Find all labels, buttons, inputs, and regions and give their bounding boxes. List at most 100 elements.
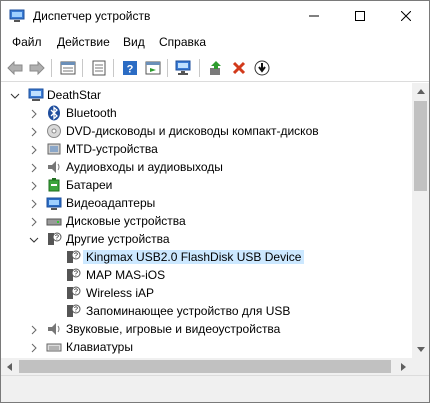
audio-icon bbox=[46, 159, 62, 175]
horizontal-scrollbar[interactable] bbox=[1, 358, 412, 375]
mtd-device-icon bbox=[46, 141, 62, 157]
menu-file[interactable]: Файл bbox=[12, 35, 42, 49]
scroll-up-icon[interactable] bbox=[412, 83, 429, 100]
tree-item-label: Bluetooth bbox=[66, 106, 117, 120]
device-tree: DeathStar Bluetooth DVD-дисководы и диск… bbox=[1, 83, 412, 357]
sound-icon bbox=[46, 321, 62, 337]
chevron-right-icon[interactable] bbox=[29, 144, 39, 155]
device-manager-window: Диспетчер устройств Файл Действие Вид Сп… bbox=[0, 0, 430, 403]
svg-text:?: ? bbox=[74, 289, 78, 296]
tree-root-label: DeathStar bbox=[47, 88, 102, 102]
scroll-left-icon[interactable] bbox=[1, 358, 18, 375]
toolbar-separator bbox=[113, 59, 114, 77]
window-title: Диспетчер устройств bbox=[33, 9, 151, 23]
menu-view[interactable]: Вид bbox=[123, 35, 145, 49]
toolbar-separator bbox=[82, 59, 83, 77]
chevron-right-icon[interactable] bbox=[29, 324, 39, 335]
disable-device-icon[interactable] bbox=[252, 58, 272, 78]
toolbar-separator bbox=[167, 59, 168, 77]
tree-item-label: Аудиовходы и аудиовыходы bbox=[66, 160, 223, 174]
horizontal-scroll-thumb[interactable] bbox=[19, 360, 391, 373]
tree-item-label: Другие устройства bbox=[66, 232, 170, 246]
computer-icon bbox=[28, 87, 44, 103]
vertical-scrollbar[interactable] bbox=[412, 83, 429, 358]
unknown-device-icon: ? bbox=[65, 267, 81, 283]
close-button[interactable] bbox=[383, 1, 429, 31]
chevron-right-icon[interactable] bbox=[29, 162, 39, 173]
tree-item-display[interactable]: Видеоадаптеры bbox=[1, 194, 412, 212]
device-manager-icon bbox=[9, 9, 25, 23]
unknown-device-icon: ? bbox=[65, 249, 81, 265]
tree-item-label: Kingmax USB2.0 FlashDisk USB Device bbox=[83, 250, 305, 264]
chevron-right-icon[interactable] bbox=[29, 342, 39, 353]
disk-drive-icon bbox=[46, 213, 62, 229]
unknown-device-icon: ? bbox=[46, 231, 62, 247]
svg-text:?: ? bbox=[74, 253, 78, 260]
chevron-right-icon[interactable] bbox=[29, 126, 39, 137]
tree-item-dvd[interactable]: DVD-дисководы и дисководы компакт-дисков bbox=[1, 122, 412, 140]
chevron-right-icon[interactable] bbox=[29, 180, 39, 191]
battery-icon bbox=[46, 177, 62, 193]
toolbar-separator bbox=[199, 59, 200, 77]
update-driver-icon[interactable] bbox=[206, 58, 226, 78]
scroll-right-icon[interactable] bbox=[395, 358, 412, 375]
tree-item-keyboards[interactable]: Клавиатуры bbox=[1, 338, 412, 356]
tree-item-label: Запоминающее устройство для USB bbox=[86, 304, 291, 318]
back-icon[interactable] bbox=[5, 58, 25, 78]
title-bar: Диспетчер устройств bbox=[1, 1, 429, 31]
tree-item-label: Дисковые устройства bbox=[66, 214, 186, 228]
tree-item-label: Клавиатуры bbox=[66, 340, 133, 354]
properties-pane-icon[interactable] bbox=[58, 58, 78, 78]
tree-item-label: Батареи bbox=[66, 178, 113, 192]
chevron-right-icon[interactable] bbox=[29, 216, 39, 227]
tree-item-label: DVD-дисководы и дисководы компакт-дисков bbox=[66, 124, 319, 138]
tree-child-usb-storage[interactable]: ? Запоминающее устройство для USB bbox=[1, 302, 412, 320]
menu-help[interactable]: Справка bbox=[159, 35, 206, 49]
tree-item-label: MTD-устройства bbox=[66, 142, 158, 156]
tree-item-label: MAP MAS-iOS bbox=[86, 268, 166, 282]
tree-root[interactable]: DeathStar bbox=[1, 86, 412, 104]
tree-item-bluetooth[interactable]: Bluetooth bbox=[1, 104, 412, 122]
tree-item-audio[interactable]: Аудиовходы и аудиовыходы bbox=[1, 158, 412, 176]
vertical-scroll-thumb[interactable] bbox=[414, 101, 427, 191]
chevron-right-icon[interactable] bbox=[29, 198, 39, 209]
tree-child-map-mas-ios[interactable]: ? MAP MAS-iOS bbox=[1, 266, 412, 284]
tree-item-mtd[interactable]: MTD-устройства bbox=[1, 140, 412, 158]
tree-child-kingmax[interactable]: ? Kingmax USB2.0 FlashDisk USB Device bbox=[1, 248, 412, 266]
chevron-right-icon[interactable] bbox=[29, 108, 39, 119]
svg-text:?: ? bbox=[55, 235, 59, 242]
tree-item-label: Wireless iAP bbox=[86, 286, 155, 300]
scroll-down-icon[interactable] bbox=[412, 341, 429, 358]
svg-text:?: ? bbox=[127, 64, 134, 76]
properties-icon[interactable] bbox=[89, 58, 109, 78]
minimize-button[interactable] bbox=[291, 1, 337, 31]
scan-hardware-icon[interactable] bbox=[174, 58, 194, 78]
chevron-down-icon[interactable] bbox=[10, 90, 20, 100]
tree-item-label: Видеоадаптеры bbox=[66, 196, 156, 210]
help-icon[interactable]: ? bbox=[120, 58, 140, 78]
tree-child-wireless-iap[interactable]: ? Wireless iAP bbox=[1, 284, 412, 302]
dvd-drive-icon bbox=[46, 123, 62, 139]
tree-item-disk[interactable]: Дисковые устройства bbox=[1, 212, 412, 230]
svg-text:?: ? bbox=[74, 271, 78, 278]
bluetooth-icon bbox=[46, 105, 62, 121]
menu-action[interactable]: Действие bbox=[57, 35, 110, 49]
tree-item-sound[interactable]: Звуковые, игровые и видеоустройства bbox=[1, 320, 412, 338]
toolbar: ? bbox=[1, 54, 429, 82]
scrollbar-corner bbox=[412, 358, 429, 375]
toolbar-separator bbox=[51, 59, 52, 77]
menu-bar: Файл Действие Вид Справка bbox=[1, 31, 429, 53]
tree-item-battery[interactable]: Батареи bbox=[1, 176, 412, 194]
maximize-button[interactable] bbox=[337, 1, 383, 31]
uninstall-device-icon[interactable] bbox=[229, 58, 249, 78]
svg-text:?: ? bbox=[74, 307, 78, 314]
forward-icon[interactable] bbox=[27, 58, 47, 78]
display-adapter-icon bbox=[46, 195, 62, 211]
unknown-device-icon: ? bbox=[65, 285, 81, 301]
action-pane-icon[interactable] bbox=[143, 58, 163, 78]
keyboard-icon bbox=[46, 339, 62, 355]
tree-item-other-devices[interactable]: ? Другие устройства bbox=[1, 230, 412, 248]
tree-item-label: Звуковые, игровые и видеоустройства bbox=[66, 322, 281, 336]
chevron-down-icon[interactable] bbox=[29, 234, 39, 244]
status-bar bbox=[1, 375, 429, 402]
